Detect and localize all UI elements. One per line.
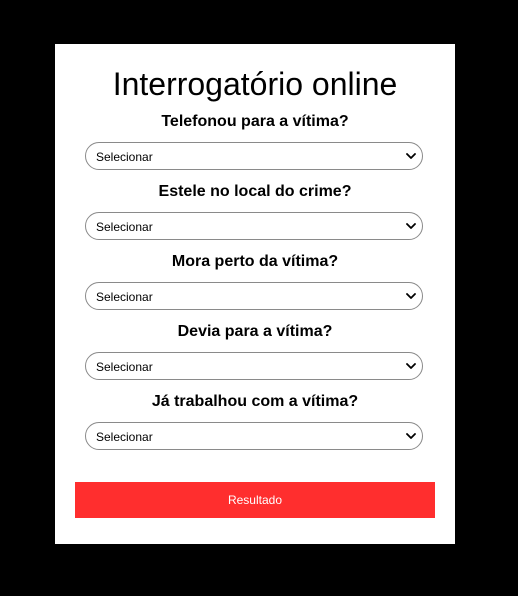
form-card: Interrogatório online Telefonou para a v… xyxy=(55,44,455,544)
select-value: Selecionar xyxy=(96,430,153,444)
select-value: Selecionar xyxy=(96,150,153,164)
chevron-down-icon xyxy=(406,151,416,161)
question-label-owed: Devia para a vítima? xyxy=(177,323,333,340)
select-worked-with[interactable]: Selecionar xyxy=(85,422,423,450)
select-crime-scene[interactable]: Selecionar xyxy=(85,212,423,240)
page-title: Interrogatório online xyxy=(112,66,398,102)
question-label-worked-with: Já trabalhou com a vítima? xyxy=(151,393,359,410)
select-lives-near[interactable]: Selecionar xyxy=(85,282,423,310)
select-value: Selecionar xyxy=(96,220,153,234)
select-value: Selecionar xyxy=(96,290,153,304)
question-label-phoned: Telefonou para a vítima? xyxy=(161,113,349,130)
select-value: Selecionar xyxy=(96,360,153,374)
result-button[interactable]: Resultado xyxy=(75,482,435,518)
chevron-down-icon xyxy=(406,361,416,371)
chevron-down-icon xyxy=(406,221,416,231)
chevron-down-icon xyxy=(406,291,416,301)
select-owed[interactable]: Selecionar xyxy=(85,352,423,380)
chevron-down-icon xyxy=(406,431,416,441)
question-label-crime-scene: Estele no local do crime? xyxy=(158,183,352,200)
select-phoned[interactable]: Selecionar xyxy=(85,142,423,170)
question-label-lives-near: Mora perto da vítima? xyxy=(171,253,339,270)
